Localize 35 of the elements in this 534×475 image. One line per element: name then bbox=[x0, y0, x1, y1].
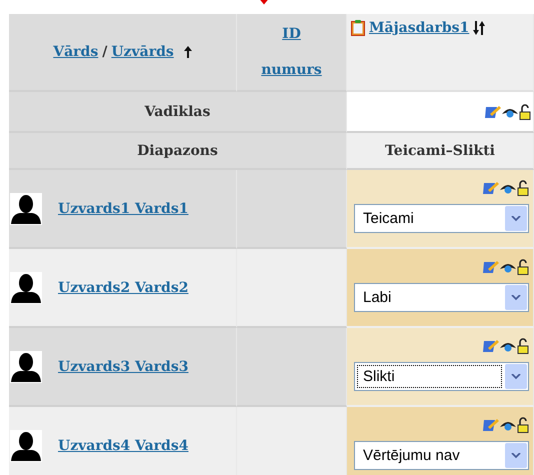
student-name-link[interactable]: Uzvards3 Vards3 bbox=[58, 358, 188, 374]
table-cell: Teicami–Slikti bbox=[347, 133, 534, 170]
student-name-link[interactable]: Uzvards4 Vards4 bbox=[58, 438, 188, 454]
grade-dropdown[interactable]: Labi bbox=[354, 283, 529, 312]
chevron-down-icon bbox=[511, 452, 521, 458]
unlocked-padlock-icon[interactable] bbox=[517, 338, 529, 354]
edit-icon[interactable] bbox=[485, 104, 501, 118]
clipboard-icon bbox=[351, 20, 365, 36]
chevron-down-icon bbox=[511, 216, 521, 222]
table-cell: Vadīklas bbox=[9, 92, 347, 133]
sort-icon[interactable] bbox=[473, 21, 486, 35]
grade-dropdown[interactable]: Vērtējumu nav bbox=[354, 441, 529, 470]
user-silhouette-icon bbox=[10, 192, 42, 224]
first-name-sort-link[interactable]: Vārds bbox=[53, 44, 98, 60]
table-cell: Diapazons bbox=[9, 133, 347, 170]
separator-text: / bbox=[102, 44, 108, 60]
user-silhouette-icon bbox=[10, 430, 42, 462]
unlocked-padlock-icon[interactable] bbox=[517, 180, 529, 196]
grade-dropdown[interactable]: Slikti bbox=[354, 362, 529, 391]
edit-icon[interactable] bbox=[483, 339, 499, 353]
sort-ascending-icon[interactable] bbox=[184, 46, 192, 58]
user-silhouette-icon bbox=[10, 272, 42, 304]
student-name-link[interactable]: Uzvards1 Vards1 bbox=[58, 200, 188, 216]
assignment-link[interactable]: Mājasdarbs1 bbox=[369, 20, 470, 36]
user-silhouette-icon bbox=[10, 350, 42, 382]
student-name-link[interactable]: Uzvards2 Vards2 bbox=[58, 280, 188, 296]
chevron-down-icon bbox=[511, 294, 521, 300]
chevron-down-icon bbox=[511, 374, 521, 380]
id-number-sort-link[interactable]: ID numurs bbox=[256, 16, 326, 88]
grade-dropdown[interactable]: Teicami bbox=[354, 204, 529, 233]
last-name-sort-link[interactable]: Uzvārds bbox=[111, 44, 174, 60]
unlocked-padlock-icon[interactable] bbox=[517, 259, 529, 275]
unlocked-padlock-icon[interactable] bbox=[519, 104, 531, 120]
edit-icon[interactable] bbox=[483, 181, 499, 195]
unlocked-padlock-icon[interactable] bbox=[517, 417, 529, 433]
